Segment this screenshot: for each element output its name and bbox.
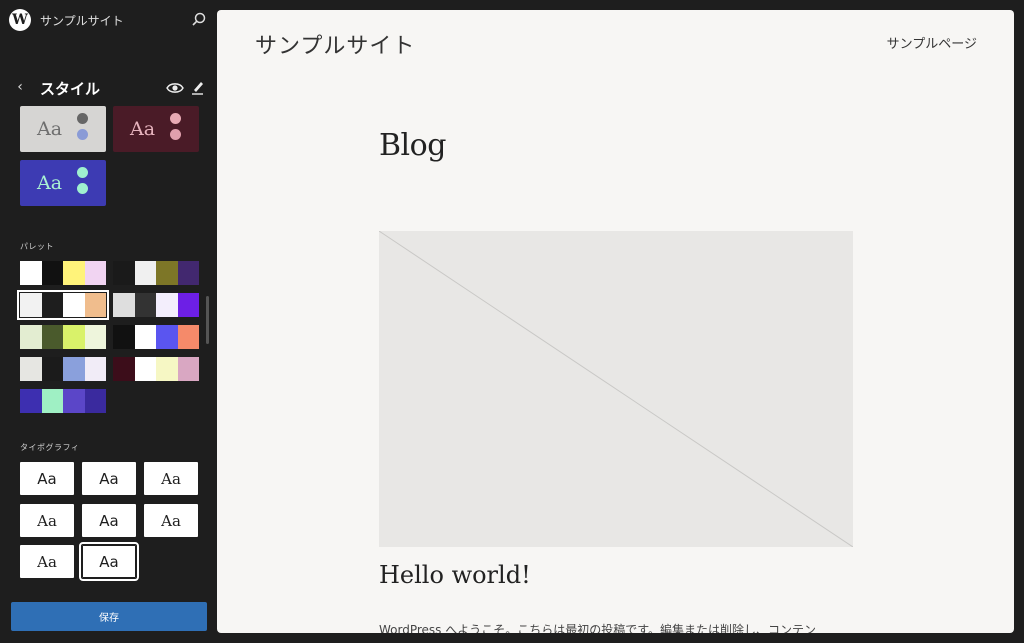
palette-option-7[interactable] — [20, 357, 106, 381]
variation-color-dot — [77, 167, 88, 178]
variation-color-dot — [170, 113, 181, 124]
color-swatch — [41, 293, 63, 317]
typography-label: タイポグラフィ — [20, 443, 80, 452]
site-name[interactable]: サンプルサイト — [40, 12, 124, 29]
color-swatch — [177, 325, 199, 349]
color-swatch — [177, 261, 199, 285]
variation-color-dot — [77, 113, 88, 124]
typography-preview-text: Aa — [37, 552, 57, 571]
color-swatch — [41, 325, 63, 349]
color-swatch — [84, 325, 106, 349]
variation-preview-text: Aa — [37, 172, 63, 194]
styles-title: スタイル — [40, 80, 101, 98]
color-swatch — [20, 357, 42, 381]
logo-letter: W — [12, 12, 28, 28]
variation-color-dot — [77, 129, 88, 140]
color-swatch — [113, 357, 135, 381]
color-swatch — [84, 261, 106, 285]
color-swatch — [63, 293, 85, 317]
styles-scroll-area[interactable]: Aa Aa Aa パレット タイポグラフィ Aa Aa Aa Aa Aa Aa Aa Aa — [0, 104, 217, 591]
style-variation-3[interactable]: Aa — [20, 160, 106, 206]
sidebar-scrollbar[interactable] — [206, 296, 209, 344]
typography-option-5[interactable]: Aa — [82, 504, 136, 537]
window-edge — [1020, 64, 1024, 84]
color-swatch — [20, 325, 42, 349]
palette-option-6[interactable] — [113, 325, 199, 349]
color-swatch — [84, 293, 106, 317]
styles-header: ‹ スタイル — [0, 74, 217, 102]
typography-option-8[interactable]: Aa — [79, 542, 139, 581]
variation-preview-text: Aa — [37, 118, 63, 140]
variation-color-dot — [170, 129, 181, 140]
variation-color-dot — [77, 183, 88, 194]
color-swatch — [84, 389, 106, 413]
sidebar: W サンプルサイト ‹ スタイル Aa Aa Aa パレット タイポグラフィ A… — [0, 0, 217, 643]
color-swatch — [156, 293, 178, 317]
color-swatch — [84, 357, 106, 381]
color-swatch — [134, 293, 156, 317]
color-swatch — [41, 261, 63, 285]
color-swatch — [41, 357, 63, 381]
save-button[interactable]: 保存 — [11, 602, 207, 631]
post-title[interactable]: Hello world! — [379, 561, 531, 589]
back-button[interactable]: ‹ — [12, 78, 28, 96]
blog-title[interactable]: Blog — [379, 128, 446, 163]
typography-preview-text: Aa — [99, 552, 119, 571]
color-swatch — [63, 325, 85, 349]
typography-preview-text: Aa — [37, 469, 57, 488]
palette-option-9[interactable] — [20, 389, 106, 413]
typography-preview-text: Aa — [161, 469, 181, 488]
color-swatch — [156, 357, 178, 381]
typography-preview-text: Aa — [99, 511, 119, 530]
palette-label: パレット — [20, 242, 54, 251]
color-swatch — [20, 293, 42, 317]
search-icon[interactable] — [190, 11, 208, 29]
palette-option-8[interactable] — [113, 357, 199, 381]
style-variation-1[interactable]: Aa — [20, 106, 106, 152]
color-swatch — [63, 357, 85, 381]
color-swatch — [156, 325, 178, 349]
palette-option-2[interactable] — [113, 261, 199, 285]
typography-option-2[interactable]: Aa — [82, 462, 136, 495]
palette-option-5[interactable] — [20, 325, 106, 349]
color-swatch — [41, 389, 63, 413]
post-excerpt[interactable]: WordPress へようこそ。こちらは最初の投稿です。編集または削除し、コンテ… — [379, 621, 816, 633]
typography-option-6[interactable]: Aa — [144, 504, 198, 537]
typography-preview-text: Aa — [161, 511, 181, 530]
canvas-nav-item[interactable]: サンプルページ — [887, 33, 977, 52]
color-swatch — [113, 325, 135, 349]
eye-icon[interactable] — [166, 80, 184, 94]
palette-option-4[interactable] — [113, 293, 199, 317]
sidebar-topbar: W サンプルサイト — [0, 0, 217, 42]
typography-option-3[interactable]: Aa — [144, 462, 198, 495]
typography-option-1[interactable]: Aa — [20, 462, 74, 495]
color-swatch — [177, 357, 199, 381]
featured-image-placeholder[interactable] — [379, 231, 853, 547]
color-swatch — [113, 293, 135, 317]
site-editor: W サンプルサイト ‹ スタイル Aa Aa Aa パレット タイポグラフィ A… — [0, 0, 1024, 643]
palette-option-1[interactable] — [20, 261, 106, 285]
editor-canvas[interactable]: サンプルサイト サンプルページ Blog Hello world! WordPr… — [217, 10, 1014, 633]
canvas-site-title[interactable]: サンプルサイト — [255, 28, 415, 60]
typography-option-7[interactable]: Aa — [20, 545, 74, 578]
color-swatch — [20, 389, 42, 413]
color-swatch — [113, 261, 135, 285]
color-swatch — [20, 261, 42, 285]
variation-preview-text: Aa — [130, 118, 156, 140]
typography-option-4[interactable]: Aa — [20, 504, 74, 537]
palette-option-3[interactable] — [17, 290, 109, 320]
color-swatch — [63, 389, 85, 413]
typography-preview-text: Aa — [99, 469, 119, 488]
color-swatch — [134, 357, 156, 381]
color-swatch — [63, 261, 85, 285]
color-swatch — [177, 293, 199, 317]
color-swatch — [156, 261, 178, 285]
typography-preview-text: Aa — [37, 511, 57, 530]
wordpress-logo-icon[interactable]: W — [9, 9, 31, 31]
edit-pencil-icon[interactable] — [191, 79, 205, 95]
style-variation-2[interactable]: Aa — [113, 106, 199, 152]
color-swatch — [134, 325, 156, 349]
color-swatch — [134, 261, 156, 285]
